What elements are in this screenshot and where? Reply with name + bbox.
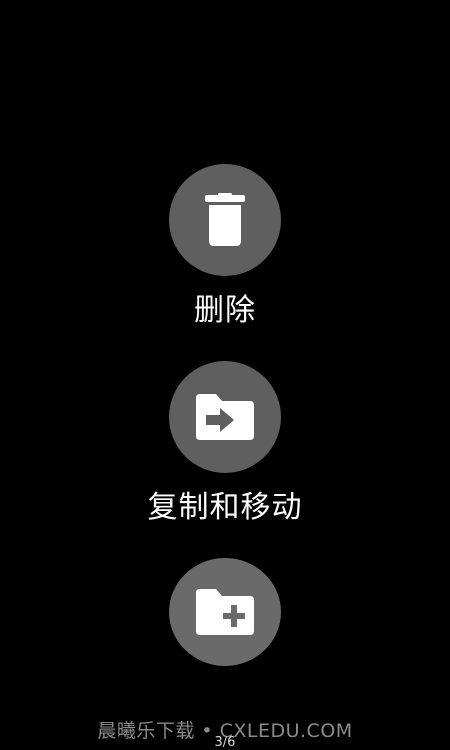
page-indicator: 3/6 [214,735,236,750]
delete-action[interactable]: 删除 [0,164,450,328]
delete-label: 删除 [194,293,256,328]
new-folder-action[interactable] [0,558,450,666]
delete-button[interactable] [169,164,281,276]
new-folder-button[interactable] [169,558,281,666]
copy-move-action[interactable]: 复制和移动 [0,361,450,525]
copy-move-button[interactable] [169,361,281,473]
folder-move-icon [196,394,254,440]
trash-icon [205,193,245,246]
folder-add-icon [196,589,254,635]
copy-move-label: 复制和移动 [147,490,303,525]
